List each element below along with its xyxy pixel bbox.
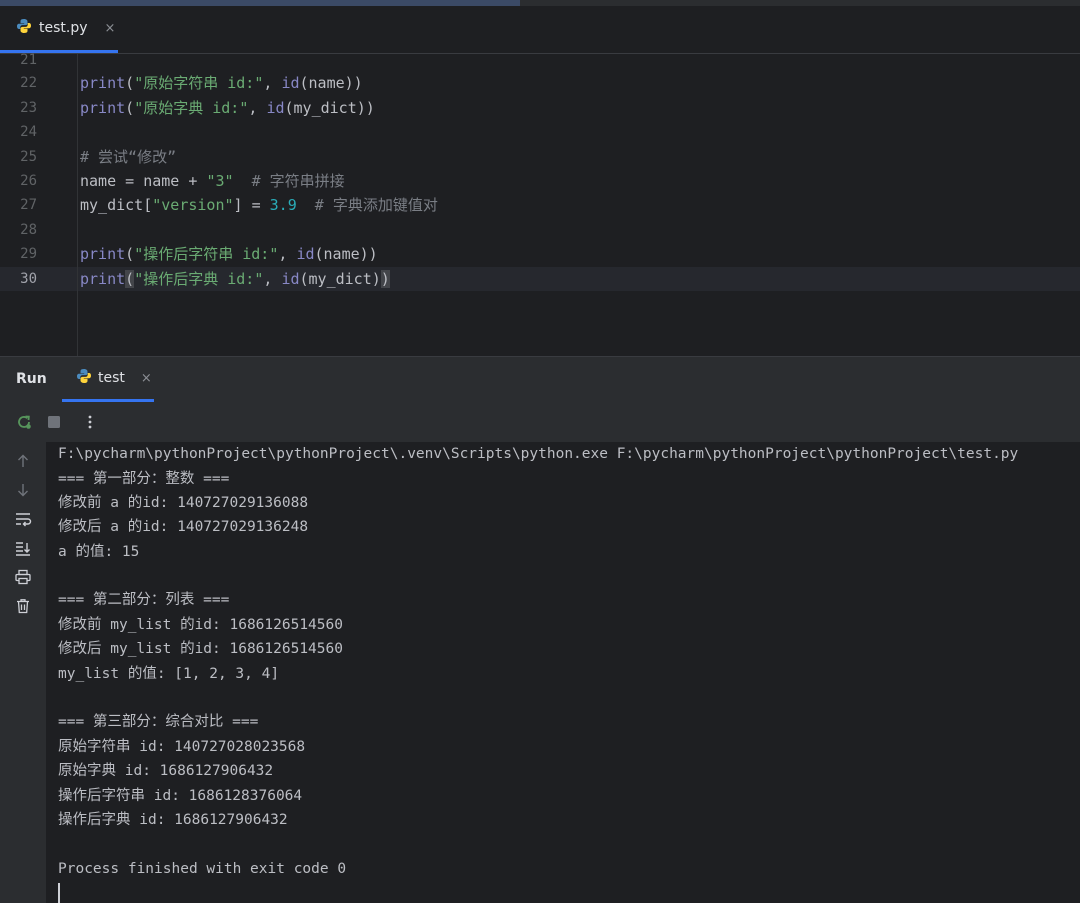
code-token: ] = xyxy=(233,196,270,214)
text-caret xyxy=(58,883,60,903)
line-number: 26 xyxy=(20,173,37,189)
console-line: 修改前 a 的id: 140727029136088 xyxy=(58,495,309,511)
run-tab-label: test xyxy=(98,370,125,386)
line-number: 27 xyxy=(20,197,37,213)
line-number: 29 xyxy=(20,246,37,262)
rerun-icon[interactable] xyxy=(14,412,34,432)
code-token: 3.9 xyxy=(269,196,297,214)
code-token: id xyxy=(281,74,300,92)
code-comment: # 尝试“修改” xyxy=(80,148,177,166)
code-token: , xyxy=(263,74,282,92)
line-number-gutter: 21 22 23 24 25 26 27 28 29 30 xyxy=(0,52,78,356)
close-run-tab-icon[interactable]: × xyxy=(141,371,152,386)
code-token: ( xyxy=(125,74,135,92)
console-line: Process finished with exit code 0 xyxy=(58,861,347,877)
code-token: , xyxy=(278,245,297,263)
code-line-current: print("操作后字典 id:", id(my_dict)) xyxy=(80,267,390,291)
code-line: print("原始字典 id:", id(my_dict)) xyxy=(80,96,375,120)
editor-tab-bar: test.py × xyxy=(0,6,1080,54)
code-token: "原始字典 id:" xyxy=(134,99,249,117)
run-tab-test[interactable]: test × xyxy=(62,357,154,402)
python-run-icon xyxy=(76,368,92,388)
code-editor[interactable]: 21 22 23 24 25 26 27 28 29 30 print("原始字… xyxy=(0,52,1080,356)
console-line: F:\pycharm\pythonProject\pythonProject\.… xyxy=(58,446,1019,462)
console-line: my_list 的值: [1, 2, 3, 4] xyxy=(58,666,280,682)
console-output[interactable]: F:\pycharm\pythonProject\pythonProject\.… xyxy=(46,442,1080,903)
code-token: "3" xyxy=(206,172,234,190)
clear-icon[interactable] xyxy=(13,596,33,616)
code-token: my_dict[ xyxy=(80,196,153,214)
code-line: # 尝试“修改” xyxy=(80,145,176,169)
console-line: 原始字符串 id: 140727028023568 xyxy=(58,739,306,755)
code-comment: # 字典添加键值对 xyxy=(296,196,438,214)
code-token: name = name + xyxy=(80,172,207,190)
code-token: (my_dict) xyxy=(299,270,381,288)
soft-wrap-icon[interactable] xyxy=(13,509,33,529)
line-number-current: 30 xyxy=(20,271,37,287)
scroll-to-end-icon[interactable] xyxy=(13,538,33,558)
code-token: id xyxy=(281,270,300,288)
console-line: === 第一部分：整数 === xyxy=(58,471,230,487)
code-token: "操作后字符串 id:" xyxy=(134,245,279,263)
scroll-down-icon[interactable] xyxy=(13,480,33,500)
line-number: 25 xyxy=(20,149,37,165)
code-line: my_dict["version"] = 3.9 # 字典添加键值对 xyxy=(80,193,438,217)
more-options-icon[interactable] xyxy=(80,412,100,432)
console-line: === 第二部分：列表 === xyxy=(58,592,230,608)
code-token: (my_dict)) xyxy=(284,99,375,117)
code-token: "操作后字典 id:" xyxy=(134,270,264,288)
console-line: a 的值: 15 xyxy=(58,544,140,560)
console-line: 操作后字符串 id: 1686128376064 xyxy=(58,788,303,804)
console-line: === 第三部分：综合对比 === xyxy=(58,714,259,730)
matched-bracket: ( xyxy=(125,270,135,288)
code-token: ( xyxy=(125,245,135,263)
code-line: name = name + "3" # 字符串拼接 xyxy=(80,169,345,193)
code-token: print xyxy=(80,245,126,263)
code-token: id xyxy=(296,245,315,263)
line-number: 21 xyxy=(20,52,37,68)
line-number: 22 xyxy=(20,75,37,91)
matched-bracket: ) xyxy=(380,270,390,288)
console-line: 修改后 a 的id: 140727029136248 xyxy=(58,519,309,535)
console-sidebar xyxy=(0,442,46,903)
console-line: 修改前 my_list 的id: 1686126514560 xyxy=(58,617,343,633)
print-icon[interactable] xyxy=(13,567,33,587)
console-line: 修改后 my_list 的id: 1686126514560 xyxy=(58,641,343,657)
stop-icon[interactable] xyxy=(44,412,64,432)
console-line: 原始字典 id: 1686127906432 xyxy=(58,763,274,779)
tab-test-py[interactable]: test.py × xyxy=(0,6,118,53)
code-token: "原始字符串 id:" xyxy=(134,74,264,92)
line-number: 24 xyxy=(20,124,37,140)
code-token: print xyxy=(80,270,126,288)
run-panel-title: Run xyxy=(16,371,47,387)
code-line: print("操作后字符串 id:", id(name)) xyxy=(80,242,378,266)
run-toolbar xyxy=(0,402,1080,442)
code-token: ( xyxy=(125,99,135,117)
code-token: (name)) xyxy=(299,74,363,92)
console-line: 操作后字典 id: 1686127906432 xyxy=(58,812,288,828)
code-token: (name)) xyxy=(314,245,378,263)
close-tab-icon[interactable]: × xyxy=(105,21,116,36)
code-token: print xyxy=(80,74,126,92)
scroll-up-icon[interactable] xyxy=(13,451,33,471)
code-token: , xyxy=(248,99,267,117)
code-token: id xyxy=(266,99,285,117)
line-number: 28 xyxy=(20,222,37,238)
run-panel-header: Run test × xyxy=(0,356,1080,402)
tab-label: test.py xyxy=(39,20,88,36)
code-comment: # 字符串拼接 xyxy=(233,172,345,190)
line-number: 23 xyxy=(20,100,37,116)
code-token: "version" xyxy=(152,196,234,214)
code-token: , xyxy=(263,270,282,288)
code-line: print("原始字符串 id:", id(name)) xyxy=(80,71,363,95)
python-file-icon xyxy=(16,18,32,38)
code-token: print xyxy=(80,99,126,117)
